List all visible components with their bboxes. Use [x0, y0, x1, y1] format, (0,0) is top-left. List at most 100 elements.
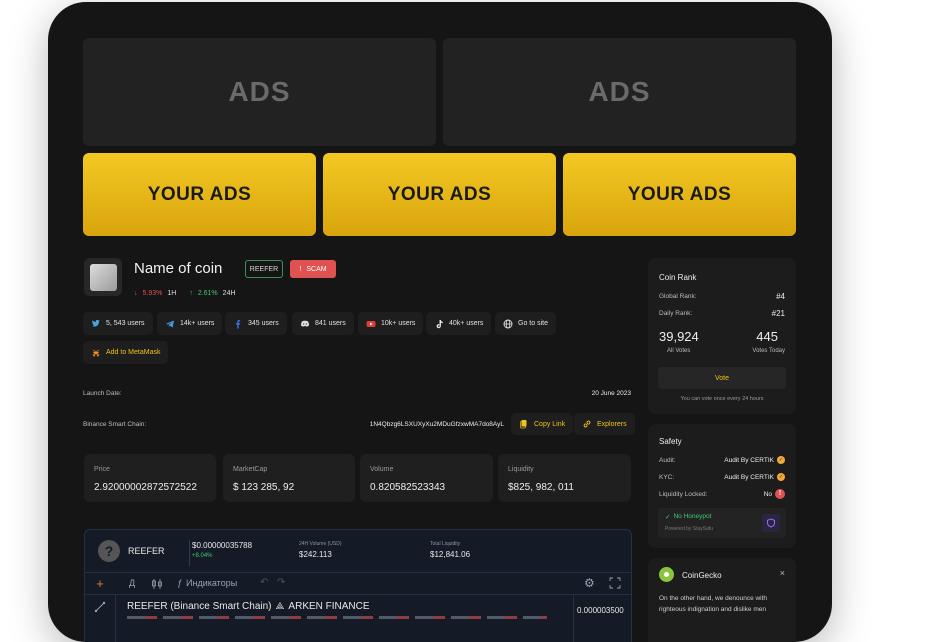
liquidity-label: Total Liquidity — [430, 541, 461, 547]
stat-label: Price — [94, 466, 110, 473]
stat-value: $ 123 285, 92 — [233, 482, 295, 493]
trend-line-tool-icon[interactable] — [94, 600, 106, 613]
liquidity-locked-value: No — [763, 491, 772, 498]
stat-liquidity: Liquidity $825, 982, 011 — [498, 454, 631, 502]
your-ad-slot-1[interactable]: YOUR ADS — [83, 153, 316, 236]
your-ad-slot-3[interactable]: YOUR ADS — [563, 153, 796, 236]
ad-label: YOUR ADS — [147, 183, 252, 205]
tiktok-icon — [436, 319, 443, 328]
stat-label: Volume — [370, 466, 394, 473]
stat-value: 2.92000002872572522 — [94, 482, 197, 493]
arrow-down-icon: ↓ — [134, 290, 138, 297]
chain-label: Binance Smart Chain: — [83, 421, 147, 428]
global-rank-label: Global Rank: — [659, 293, 697, 300]
social-label: Go to site — [518, 320, 548, 327]
telegram-icon — [166, 320, 174, 328]
toolbar-border — [85, 572, 631, 573]
audit-label: Audit: — [659, 457, 676, 464]
crosshair-icon[interactable]: + — [93, 577, 107, 591]
honeypot-status: ✓ No Honeypot — [665, 513, 711, 521]
widget-symbol: REEFER — [128, 546, 165, 556]
stat-value: 0.820582523343 — [370, 482, 446, 493]
toolbar-border — [85, 594, 631, 595]
label-24h: 24H — [222, 290, 236, 297]
settings-gear-icon[interactable]: ⚙ — [584, 576, 595, 590]
youtube-link[interactable]: 10k+ users — [358, 312, 424, 335]
daily-rank-value: #21 — [771, 309, 785, 318]
fullscreen-icon[interactable] — [609, 576, 621, 589]
social-label: 841 users — [315, 320, 346, 327]
volume-value: $242.113 — [299, 550, 332, 559]
facebook-link[interactable]: 345 users — [225, 312, 287, 335]
undo-icon[interactable]: ↶ — [260, 577, 268, 588]
scam-badge: ! SCAM — [290, 260, 336, 278]
stat-price: Price 2.92000002872572522 — [84, 454, 216, 502]
stat-label: Liquidity — [508, 466, 534, 473]
social-label: 14k+ users — [180, 320, 215, 327]
warning-icon: ! — [775, 489, 785, 499]
explorers-label: Explorers — [597, 420, 627, 428]
stat-marketcap: MarketCap $ 123 285, 92 — [223, 454, 355, 502]
twitter-icon — [92, 319, 100, 327]
explorers-button[interactable]: Explorers — [574, 413, 635, 435]
daily-rank-label: Daily Rank: — [659, 310, 693, 317]
arrow-up-icon: ↑ — [189, 290, 193, 297]
social-label: 5, 543 users — [106, 320, 145, 327]
ad-label: YOUR ADS — [387, 183, 492, 205]
copy-link-button[interactable]: Copy Link — [511, 413, 574, 435]
tiktok-link[interactable]: 40k+ users — [426, 312, 492, 335]
indicators-label: Индикаторы — [186, 578, 238, 588]
social-label: 10k+ users — [381, 320, 416, 327]
global-rank-value: #4 — [776, 292, 785, 301]
certik-badge-icon: ✓ — [777, 473, 785, 481]
youtube-icon — [366, 320, 376, 327]
coingecko-title: CoinGecko — [682, 571, 722, 580]
divider — [189, 540, 190, 566]
kyc-label: KYC: — [659, 474, 675, 481]
all-votes-label: All Votes — [667, 348, 691, 354]
add-to-metamask-button[interactable]: Add to MetaMask — [83, 341, 169, 364]
coingecko-panel: CoinGecko × On the other hand, we denoun… — [648, 558, 796, 642]
metamask-fox-icon — [92, 349, 100, 356]
ad-slot-right[interactable]: ADS — [443, 38, 796, 146]
powered-by: Powered by StaySafu — [665, 526, 714, 532]
website-link[interactable]: Go to site — [495, 312, 556, 335]
certik-badge-icon: ✓ — [777, 456, 785, 464]
coin-rank-panel: Coin Rank Global Rank: #4 Daily Rank: #2… — [648, 258, 796, 414]
your-ad-slot-2[interactable]: YOUR ADS — [323, 153, 556, 236]
votes-today-count: 445 — [756, 329, 778, 344]
votes-today-label: Votes Today — [752, 348, 785, 354]
left-tool-divider — [115, 594, 116, 642]
stat-value: $825, 982, 011 — [508, 482, 574, 493]
indicators-button[interactable]: ƒ Индикаторы — [177, 578, 237, 588]
panel-title: Safety — [659, 437, 682, 446]
telegram-link[interactable]: 14k+ users — [157, 312, 223, 335]
price-axis-label: 0.000003500 — [577, 606, 624, 615]
honeypot-box: ✓ No Honeypot Powered by StaySafu — [658, 508, 786, 538]
vote-button[interactable]: Vote — [658, 367, 786, 389]
timeframe-button[interactable]: Д — [129, 578, 135, 588]
coin-name: Name of coin — [134, 260, 223, 277]
launch-date-value: 20 June 2023 — [591, 390, 631, 397]
redo-icon[interactable]: ↷ — [277, 577, 285, 588]
change-1h: 5.93% — [142, 290, 163, 297]
label-1h: 1H — [167, 290, 177, 297]
discord-link[interactable]: 841 users — [292, 312, 354, 335]
pair-title: REEFER (Binance Smart Chain) ⟁ ARKEN FIN… — [127, 601, 370, 612]
widget-price: $0.00000035788 — [192, 541, 253, 550]
symbol-badge: REEFER — [245, 260, 283, 278]
ad-label: ADS — [588, 76, 651, 107]
function-icon: ƒ — [177, 578, 183, 588]
candles-icon[interactable] — [151, 577, 163, 589]
ad-label: YOUR ADS — [627, 183, 732, 205]
kyc-value: Audit By CERTIK — [724, 474, 774, 481]
change-24h: 2.61% — [197, 290, 218, 297]
panel-title: Coin Rank — [659, 273, 697, 282]
coingecko-description: On the other hand, we denounce with righ… — [659, 595, 768, 613]
twitter-link[interactable]: 5, 543 users — [83, 312, 153, 335]
copy-link-label: Copy Link — [534, 420, 566, 428]
coin-logo — [84, 258, 122, 296]
close-icon[interactable]: × — [780, 568, 785, 578]
ad-slot-left[interactable]: ADS — [83, 38, 436, 146]
safety-panel: Safety Audit: Audit By CERTIK ✓ KYC: Aud… — [648, 424, 796, 548]
